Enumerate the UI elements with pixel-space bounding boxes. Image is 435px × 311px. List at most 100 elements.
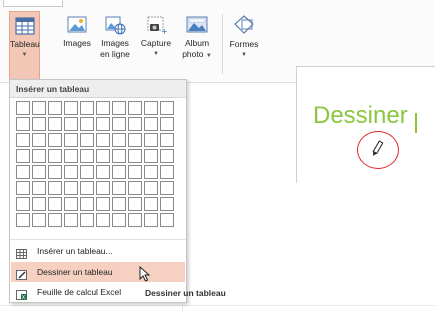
table-grid-cell[interactable] [80,101,94,115]
table-grid-cell[interactable] [96,101,110,115]
tooltip: Dessiner un tableau [145,288,226,298]
table-grid-cell[interactable] [128,213,142,227]
table-grid-cell[interactable] [112,101,126,115]
svg-text:X: X [22,295,26,300]
table-grid-cell[interactable] [160,181,174,195]
excel-spreadsheet-icon: X [16,287,27,301]
table-grid-cell[interactable] [48,181,62,195]
table-grid-cell[interactable] [64,101,78,115]
table-grid-cell[interactable] [80,149,94,163]
table-grid-cell[interactable] [112,181,126,195]
pictures-icon [66,15,88,35]
table-grid-cell[interactable] [16,213,30,227]
table-grid-cell[interactable] [96,197,110,211]
table-grid-cell[interactable] [112,149,126,163]
table-grid-cell[interactable] [80,133,94,147]
table-grid-cell[interactable] [160,149,174,163]
table-grid-cell[interactable] [48,149,62,163]
table-grid-cell[interactable] [112,213,126,227]
table-grid-cell[interactable] [64,117,78,131]
table-grid-cell[interactable] [128,117,142,131]
table-grid-cell[interactable] [144,149,158,163]
insert-table-item[interactable]: Insérer un tableau... [11,241,185,261]
table-grid-cell[interactable] [64,149,78,163]
table-grid-cell[interactable] [112,165,126,179]
table-grid-cell[interactable] [80,165,94,179]
table-grid-cell[interactable] [128,197,142,211]
table-grid-cell[interactable] [32,213,46,227]
table-grid-cell[interactable] [32,197,46,211]
table-grid-cell[interactable] [160,101,174,115]
table-grid-cell[interactable] [32,101,46,115]
table-grid-cell[interactable] [112,133,126,147]
table-grid-cell[interactable] [144,197,158,211]
table-grid-cell[interactable] [64,133,78,147]
table-grid-cell[interactable] [80,117,94,131]
shapes-icon [233,14,255,36]
table-grid-cell[interactable] [16,149,30,163]
table-grid-cell[interactable] [16,117,30,131]
photo-album-button[interactable]: Album photo ▼ [177,11,217,79]
pictures-button[interactable]: Images [60,11,94,79]
table-grid-cell[interactable] [96,213,110,227]
text-cursor [415,113,417,133]
table-grid-cell[interactable] [48,101,62,115]
table-grid-cell[interactable] [64,181,78,195]
table-grid-cell[interactable] [96,165,110,179]
table-grid-cell[interactable] [96,117,110,131]
table-grid-cell[interactable] [128,181,142,195]
table-grid-cell[interactable] [32,117,46,131]
table-grid-cell[interactable] [16,181,30,195]
table-grid-cell[interactable] [144,133,158,147]
screenshot-button[interactable]: + Capture ▼ [137,11,175,79]
table-grid-cell[interactable] [96,149,110,163]
table-grid-cell[interactable] [48,213,62,227]
table-button[interactable]: Tableau ▼ [9,11,40,81]
insert-table-icon [16,246,27,259]
shapes-button[interactable]: Formes ▼ [226,11,262,79]
table-grid-cell[interactable] [112,117,126,131]
table-grid-cell[interactable] [144,101,158,115]
table-grid-cell[interactable] [16,165,30,179]
table-grid-cell[interactable] [16,133,30,147]
chevron-down-icon: ▼ [241,52,247,58]
table-grid-cell[interactable] [16,101,30,115]
table-grid-cell[interactable] [144,117,158,131]
table-grid-cell[interactable] [32,165,46,179]
table-grid-cell[interactable] [64,197,78,211]
chevron-down-icon: ▼ [205,53,212,59]
table-grid-cell[interactable] [144,181,158,195]
online-pictures-button[interactable]: Images en ligne [95,11,135,79]
table-grid-cell[interactable] [128,149,142,163]
table-grid-cell[interactable] [160,165,174,179]
table-grid-cell[interactable] [80,213,94,227]
table-grid-cell[interactable] [160,117,174,131]
table-grid-cell[interactable] [64,165,78,179]
table-grid-cell[interactable] [80,181,94,195]
table-grid-cell[interactable] [144,165,158,179]
table-grid-cell[interactable] [160,213,174,227]
table-grid-cell[interactable] [48,133,62,147]
table-grid-cell[interactable] [144,213,158,227]
table-grid-cell[interactable] [80,197,94,211]
table-grid-cell[interactable] [96,181,110,195]
table-grid-cell[interactable] [96,133,110,147]
draw-table-item[interactable]: Dessiner un tableau [11,262,185,282]
table-grid-cell[interactable] [112,197,126,211]
online-pictures-icon [104,15,126,35]
table-grid-cell[interactable] [64,213,78,227]
table-grid-cell[interactable] [32,181,46,195]
table-grid-cell[interactable] [32,149,46,163]
table-grid-cell[interactable] [128,133,142,147]
table-grid-cell[interactable] [160,133,174,147]
table-grid-cell[interactable] [160,197,174,211]
divider-horizontal [0,305,435,306]
table-grid-cell[interactable] [32,133,46,147]
table-grid-cell[interactable] [128,101,142,115]
table-grid-cell[interactable] [48,197,62,211]
table-grid-cell[interactable] [128,165,142,179]
table-size-grid[interactable] [16,101,174,227]
table-grid-cell[interactable] [48,165,62,179]
table-grid-cell[interactable] [48,117,62,131]
table-grid-cell[interactable] [16,197,30,211]
